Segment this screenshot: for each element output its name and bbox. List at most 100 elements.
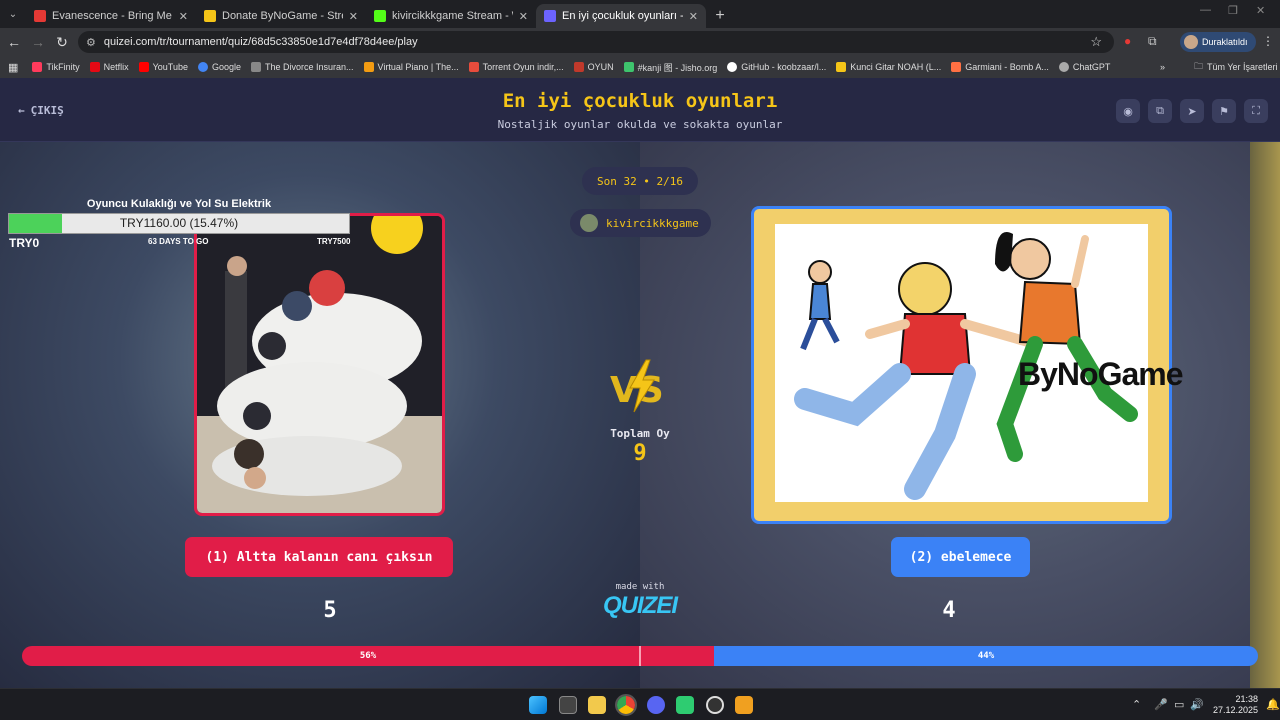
bookmark-label: Netflix — [103, 62, 129, 72]
tab-close-icon[interactable]: ✕ — [519, 10, 528, 23]
restore-icon[interactable]: ❐ — [1228, 4, 1238, 17]
bookmark-item[interactable]: ChatGPT — [1058, 62, 1110, 72]
new-tab-button[interactable]: + — [706, 4, 734, 28]
profile-button[interactable]: Duraklatıldı — [1180, 32, 1256, 52]
back-icon[interactable]: ← — [2, 34, 26, 50]
bookmark-item[interactable]: TikFinity — [32, 62, 80, 72]
browser-tab[interactable]: kivircikkkgame Stream - Watch ✕ — [366, 4, 536, 28]
left-vote-count: 5 — [323, 598, 337, 623]
bookmark-item[interactable]: Netflix — [89, 62, 129, 72]
bookmark-label: Torrent Oyun indir,... — [482, 62, 564, 72]
bookmarks-bar: ▦ TikFinity Netflix YouTube Google The D… — [0, 56, 1280, 78]
microphone-icon[interactable]: 🎤 — [1154, 698, 1168, 711]
copy-icon: ⧉ — [1156, 104, 1164, 117]
bookmark-item[interactable]: Torrent Oyun indir,... — [468, 62, 564, 72]
tab-title: Evanescence - Bring Me To Life — [52, 10, 173, 22]
eye-button[interactable]: ◉ — [1116, 99, 1140, 123]
goal-title: Oyuncu Kulaklığı ve Yol Su Elektrik — [86, 198, 272, 210]
tab-title: En iyi çocukluk oyunları - Tier Li — [562, 10, 683, 22]
right-background-edge — [1250, 142, 1280, 688]
address-toolbar: ← → ↻ ⚙ quizei.com/tr/tournament/quiz/68… — [0, 28, 1280, 56]
bookmark-item[interactable]: The Divorce Insuran... — [251, 62, 354, 72]
bookmark-star-icon[interactable]: ☆ — [1090, 34, 1102, 50]
report-button[interactable]: ⚑ — [1212, 99, 1236, 123]
discord-icon[interactable] — [647, 696, 665, 714]
tray-chevron-up-icon[interactable]: ⌃ — [1132, 698, 1141, 711]
all-bookmarks-label: Tüm Yer İşaretleri — [1207, 62, 1278, 72]
bookmark-item[interactable]: OYUN — [573, 62, 614, 72]
profile-label: Duraklatıldı — [1202, 37, 1248, 47]
all-bookmarks-folder[interactable]: 🗀 Tüm Yer İşaretleri — [1194, 59, 1278, 75]
tab-close-icon[interactable]: ✕ — [349, 10, 358, 23]
extension-icon[interactable]: ● — [1124, 34, 1131, 48]
browser-tab[interactable]: Evanescence - Bring Me To Life ✕ — [26, 4, 196, 28]
bookmark-item[interactable]: Kunci Gitar NOAH (L... — [836, 62, 941, 72]
goal-progress-bar: TRY1160.00 (15.47%) — [8, 213, 350, 234]
round-badge: Son 32 • 2/16 — [582, 167, 698, 195]
quiz-header: ← ÇIKIŞ En iyi çocukluk oyunları Nostalj… — [0, 78, 1280, 142]
browser-tab-active[interactable]: En iyi çocukluk oyunları - Tier Li ✕ — [536, 4, 706, 28]
bookmark-item[interactable]: #kanji 图 - Jisho.org — [623, 61, 717, 74]
menu-kebab-icon[interactable]: ⋮ — [1262, 34, 1274, 48]
bookmark-item[interactable]: Google — [197, 62, 241, 72]
streamer-name: kivircikkkgame — [606, 216, 699, 230]
right-vote-count: 4 — [942, 598, 956, 623]
notifications-icon[interactable]: 🔔 — [1266, 698, 1280, 711]
bookmark-item[interactable]: Garmiani - Bomb A... — [951, 62, 1049, 72]
total-votes-label: Toplam Oy — [610, 427, 670, 440]
site-info-icon[interactable]: ⚙ — [86, 36, 96, 49]
option-left-image — [197, 216, 442, 513]
forward-icon[interactable]: → — [26, 34, 50, 50]
fullscreen-button[interactable]: ⛶ — [1244, 99, 1268, 123]
tab-search-chevron-icon[interactable]: ⌄ — [0, 0, 26, 28]
tab-title: kivircikkkgame Stream - Watch — [392, 10, 513, 22]
fullscreen-icon: ⛶ — [1252, 104, 1260, 117]
url-bar[interactable]: ⚙ quizei.com/tr/tournament/quiz/68d5c338… — [78, 31, 1114, 53]
bookmark-label: YouTube — [152, 62, 188, 72]
minimize-icon[interactable]: — — [1200, 4, 1211, 16]
bookmark-favicon-icon — [197, 62, 208, 72]
vote-left-button[interactable]: (1) Altta kalanın canı çıksın — [185, 537, 453, 577]
bookmarks-overflow-icon[interactable]: » — [1160, 62, 1165, 72]
copy-button[interactable]: ⧉ — [1148, 99, 1172, 123]
share-button[interactable]: ➤ — [1180, 99, 1204, 123]
vote-right-button[interactable]: (2) ebelemece — [891, 537, 1030, 577]
goal-days-label: 63 DAYS TO GO — [148, 237, 209, 246]
bookmark-item[interactable]: GitHub - koobzaar/l... — [727, 62, 826, 72]
tab-title: Donate ByNoGame - Streamer — [222, 10, 343, 22]
bookmark-favicon-icon — [251, 62, 261, 72]
network-icon[interactable]: ▭ — [1174, 698, 1184, 711]
bookmark-favicon-icon — [89, 62, 100, 72]
file-explorer-icon[interactable] — [588, 696, 606, 714]
bookmark-favicon-icon — [727, 62, 738, 72]
app-icon[interactable] — [676, 696, 694, 714]
tab-close-icon[interactable]: ✕ — [179, 10, 188, 23]
bookmark-label: TikFinity — [46, 62, 80, 72]
system-clock[interactable]: 21:38 27.12.2025 — [1206, 694, 1258, 716]
tab-favicon-icon — [374, 10, 386, 22]
avatar — [580, 214, 598, 232]
quiz-page: ← ÇIKIŞ En iyi çocukluk oyunları Nostalj… — [0, 78, 1280, 688]
bookmark-favicon-icon — [836, 62, 847, 72]
right-percent: 44% — [977, 651, 995, 661]
reload-icon[interactable]: ↻ — [50, 34, 74, 51]
start-windows-icon[interactable] — [529, 696, 547, 714]
bookmark-item[interactable]: Virtual Piano | The... — [363, 62, 459, 72]
tab-close-icon[interactable]: ✕ — [689, 10, 698, 23]
obs-icon[interactable] — [706, 696, 724, 714]
browser-tab[interactable]: Donate ByNoGame - Streamer ✕ — [196, 4, 366, 28]
apps-grid-icon[interactable]: ▦ — [8, 61, 18, 74]
task-view-icon[interactable] — [559, 696, 577, 714]
volume-icon[interactable]: 🔊 — [1190, 698, 1204, 711]
extensions-puzzle-icon[interactable]: ⧉ — [1148, 34, 1157, 49]
total-votes-value: 9 — [633, 441, 647, 466]
made-with-label: made with — [615, 582, 665, 592]
quizei-logo[interactable]: QUIZEI — [560, 592, 720, 620]
tab-favicon-icon — [34, 10, 46, 22]
option-left-card[interactable] — [194, 213, 445, 516]
bookmark-item[interactable]: YouTube — [138, 62, 188, 72]
tab-favicon-icon — [544, 10, 556, 22]
game-launcher-icon[interactable] — [735, 696, 753, 714]
close-window-icon[interactable]: ✕ — [1256, 4, 1265, 17]
chrome-icon[interactable] — [615, 694, 637, 716]
